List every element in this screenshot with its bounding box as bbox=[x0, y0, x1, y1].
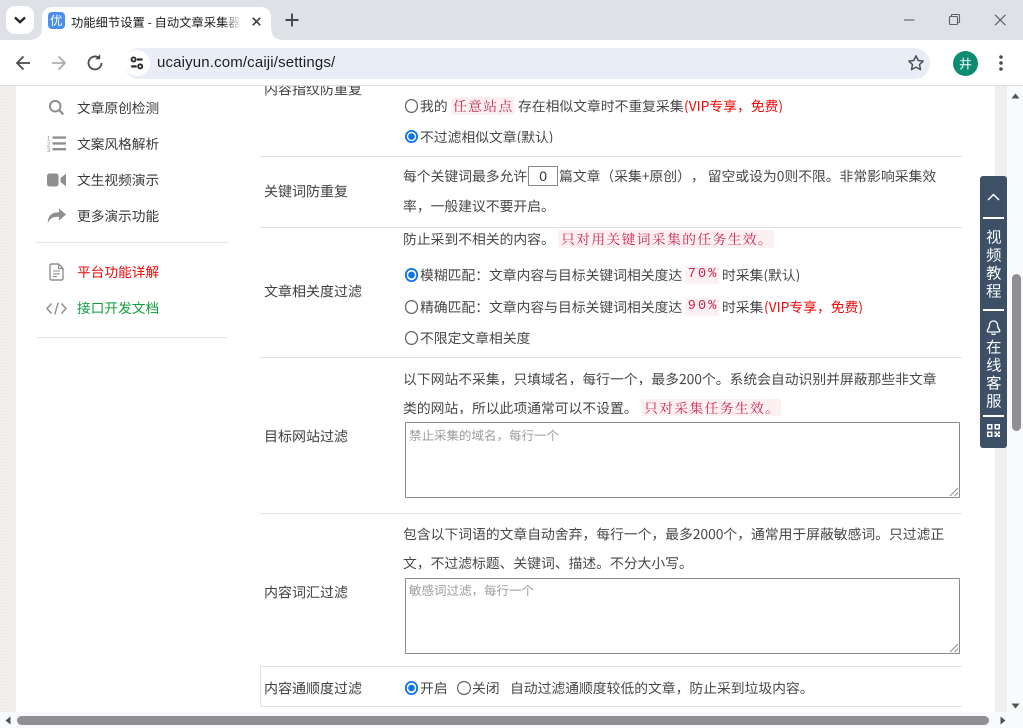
svg-text:3: 3 bbox=[47, 148, 51, 152]
